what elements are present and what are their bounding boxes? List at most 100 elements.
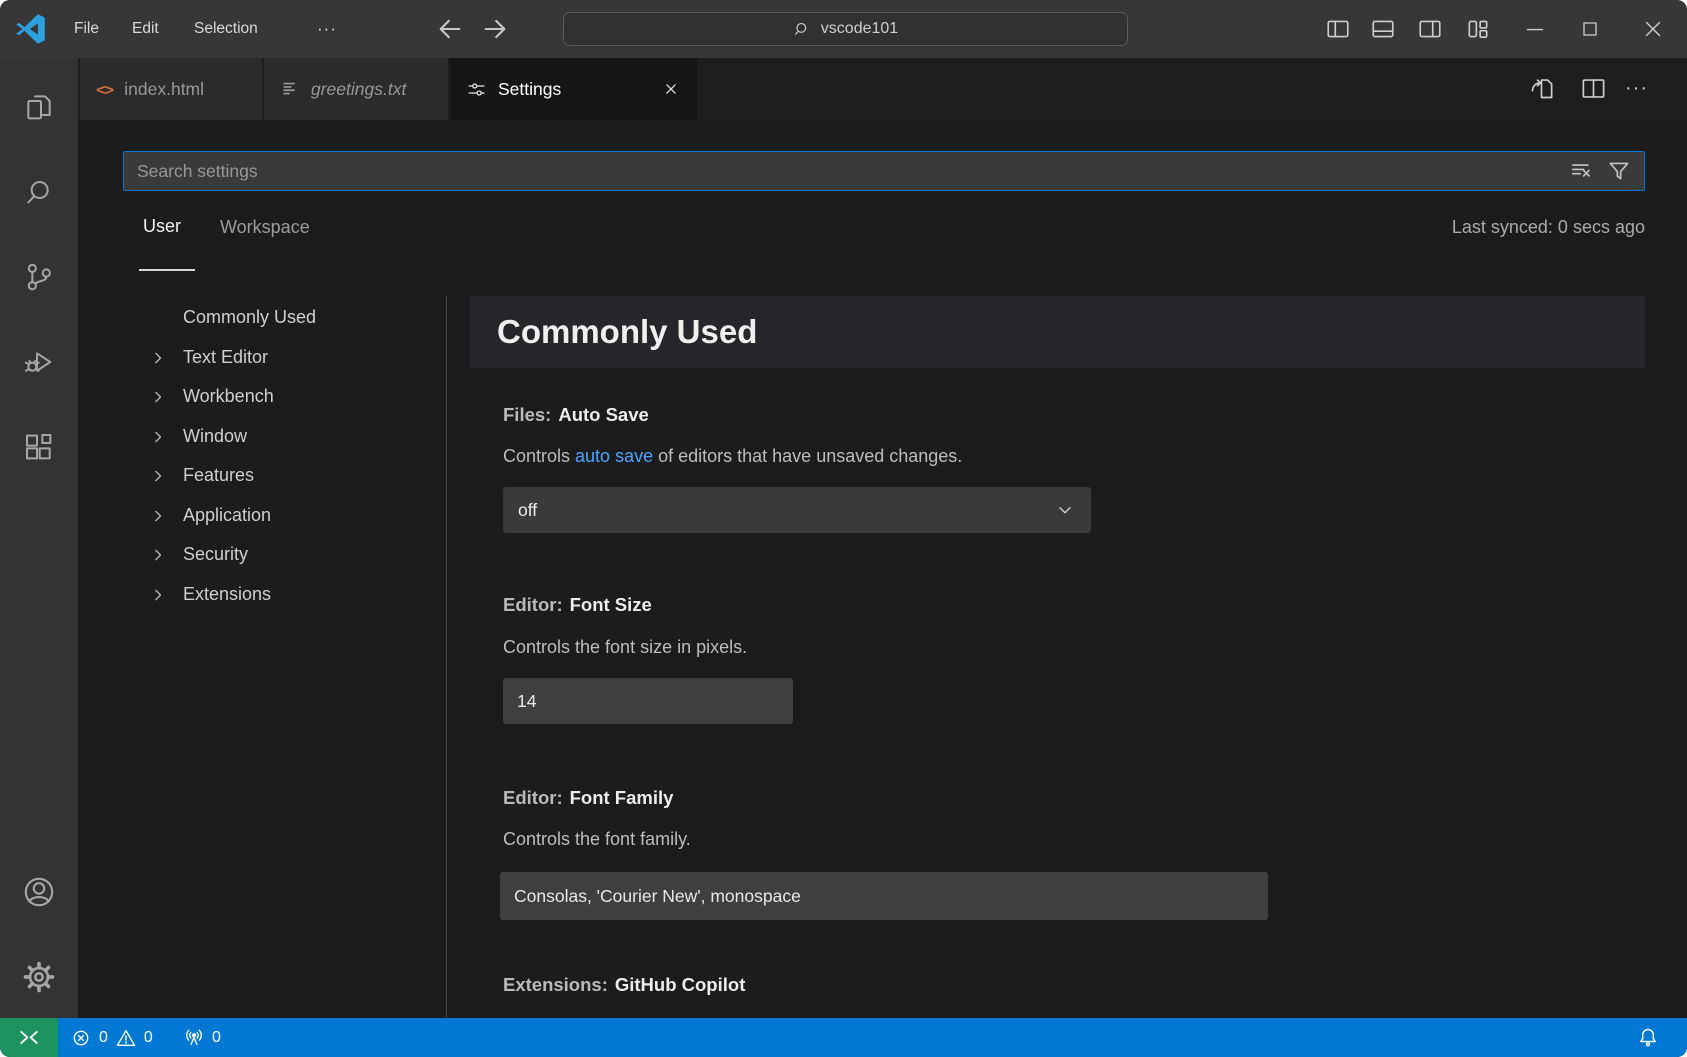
setting-name: Auto Save <box>558 404 648 425</box>
chevron-right-icon <box>148 545 168 565</box>
problems-status-button[interactable]: 0 0 <box>70 1018 153 1057</box>
close-window-button[interactable] <box>1639 15 1667 43</box>
status-bar: 0 0 0 <box>0 1018 1687 1057</box>
minimize-window-button[interactable] <box>1521 15 1549 43</box>
warning-count: 0 <box>144 1029 153 1047</box>
scope-tab-user[interactable]: User <box>143 216 181 237</box>
setting-name: Font Family <box>570 787 674 808</box>
tab-greetings-txt[interactable]: greetings.txt <box>264 58 448 120</box>
toc-features[interactable]: Features <box>78 456 433 495</box>
close-tab-icon[interactable] <box>661 79 681 99</box>
navigate-back-button[interactable] <box>436 15 464 43</box>
scope-tab-workspace[interactable]: Workspace <box>220 217 310 238</box>
activity-bar <box>0 58 78 1018</box>
ports-count: 0 <box>212 1029 221 1047</box>
open-settings-json-button[interactable] <box>1528 75 1555 102</box>
setting-desc-files-autosave: Controls auto save of editors that have … <box>503 446 962 467</box>
toc-label: Commonly Used <box>183 307 316 328</box>
setting-name: Font Size <box>570 594 652 615</box>
chevron-right-icon <box>148 348 168 368</box>
last-synced-label: Last synced: 0 secs ago <box>1452 217 1645 238</box>
vscode-logo-icon <box>16 14 46 44</box>
settings-search-input[interactable] <box>123 151 1645 191</box>
extensions-icon[interactable] <box>22 430 56 464</box>
remote-indicator-button[interactable] <box>0 1018 58 1057</box>
command-center-search[interactable]: vscode101 <box>563 12 1128 46</box>
text-file-icon <box>280 79 300 99</box>
tab-index-html[interactable]: <> index.html <box>80 58 262 120</box>
navigate-forward-button[interactable] <box>481 15 509 43</box>
tab-settings-label: Settings <box>498 79 561 100</box>
tab-greetings-txt-label: greetings.txt <box>311 79 406 100</box>
setting-desc-editor-fontsize: Controls the font size in pixels. <box>503 637 747 658</box>
toc-workbench[interactable]: Workbench <box>78 377 433 416</box>
notifications-bell-icon[interactable] <box>1636 1025 1660 1049</box>
autosave-select-value: off <box>518 500 537 521</box>
menu-file[interactable]: File <box>60 0 113 58</box>
menu-more-button[interactable]: ··· <box>303 0 351 58</box>
filter-icon[interactable] <box>1606 158 1632 184</box>
command-center-value: vscode101 <box>821 20 898 38</box>
search-activity-icon[interactable] <box>22 175 56 209</box>
menu-selection[interactable]: Selection <box>180 0 272 58</box>
html-file-icon: <> <box>96 80 113 99</box>
font-family-input[interactable] <box>500 872 1268 920</box>
source-control-icon[interactable] <box>22 260 56 294</box>
toggle-primary-sidebar-icon[interactable] <box>1324 15 1352 43</box>
error-icon <box>70 1027 92 1049</box>
menu-edit[interactable]: Edit <box>118 0 173 58</box>
toc-security[interactable]: Security <box>78 535 433 574</box>
setting-title-editor-fontfamily: Editor: Font Family <box>503 787 673 809</box>
ellipsis-icon: ··· <box>1625 77 1648 100</box>
toc-commonly-used[interactable]: Commonly Used <box>78 298 433 337</box>
run-debug-icon[interactable] <box>22 345 56 379</box>
autosave-select[interactable]: off <box>503 487 1091 533</box>
toc-text-editor[interactable]: Text Editor <box>78 338 433 377</box>
setting-category: Editor: <box>503 787 563 808</box>
broadcast-tower-icon <box>183 1027 205 1049</box>
toc-label: Security <box>183 544 248 565</box>
setting-category: Editor: <box>503 594 563 615</box>
setting-title-extensions-copilot: Extensions: GitHub Copilot <box>503 974 745 996</box>
setting-category: Files: <box>503 404 551 425</box>
menu-file-label: File <box>74 20 99 38</box>
editor-tabs-bar: <> index.html greetings.txt Settings ··· <box>78 58 1687 120</box>
setting-name: GitHub Copilot <box>615 974 746 995</box>
menu-edit-label: Edit <box>132 20 159 38</box>
setting-title-editor-fontsize: Editor: Font Size <box>503 594 652 616</box>
toc-label: Text Editor <box>183 347 268 368</box>
toggle-panel-icon[interactable] <box>1369 15 1397 43</box>
toc-label: Application <box>183 505 271 526</box>
toc-label: Features <box>183 465 254 486</box>
warning-icon <box>115 1027 137 1049</box>
toc-label: Extensions <box>183 584 271 605</box>
error-count: 0 <box>99 1029 108 1047</box>
ports-status-button[interactable]: 0 <box>183 1018 221 1057</box>
menu-selection-label: Selection <box>194 20 258 38</box>
split-editor-button[interactable] <box>1580 75 1607 102</box>
customize-layout-icon[interactable] <box>1464 15 1492 43</box>
font-size-input[interactable] <box>503 678 793 724</box>
chevron-right-icon <box>148 427 168 447</box>
tab-settings-active[interactable]: Settings <box>450 58 697 120</box>
account-icon[interactable] <box>22 875 56 909</box>
search-icon <box>793 20 812 39</box>
editor-more-actions-button[interactable]: ··· <box>1623 75 1650 102</box>
section-heading-label: Commonly Used <box>497 313 757 351</box>
toggle-secondary-sidebar-icon[interactable] <box>1416 15 1444 43</box>
clear-search-icon[interactable] <box>1569 158 1595 184</box>
setting-category: Extensions: <box>503 974 608 995</box>
desc-text: Controls the font size in pixels. <box>503 637 747 657</box>
section-heading: Commonly Used <box>470 296 1645 368</box>
explorer-icon[interactable] <box>22 90 56 124</box>
toc-window[interactable]: Window <box>78 417 433 456</box>
ellipsis-icon: ··· <box>317 19 337 39</box>
maximize-window-button[interactable] <box>1576 15 1604 43</box>
toc-application[interactable]: Application <box>78 496 433 535</box>
desc-text: of editors that have unsaved changes. <box>653 446 962 466</box>
toc-extensions[interactable]: Extensions <box>78 575 433 614</box>
auto-save-link[interactable]: auto save <box>575 446 653 466</box>
desc-text: Controls the font family. <box>503 829 691 849</box>
settings-gear-icon[interactable] <box>22 960 56 994</box>
chevron-right-icon <box>148 466 168 486</box>
